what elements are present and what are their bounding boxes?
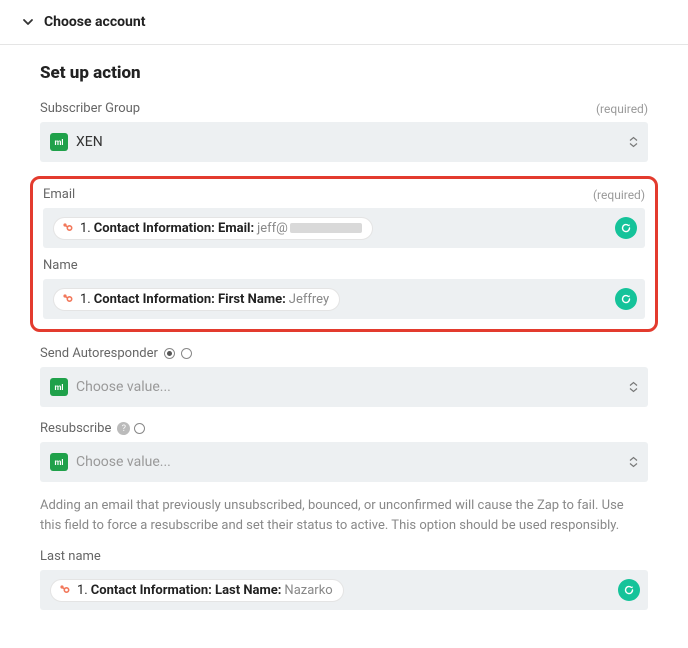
field-name: Name 1. Contact Information: First Name:… bbox=[43, 258, 645, 319]
mailerlite-icon: ml bbox=[50, 133, 68, 151]
field-lastname: Last name 1. Contact Information: Last N… bbox=[40, 549, 648, 610]
pill-path: Contact Information: Email: bbox=[94, 221, 254, 236]
label-autoresponder: Send Autoresponder bbox=[40, 346, 158, 361]
required-label: (required) bbox=[596, 102, 648, 116]
select-placeholder: Choose value... bbox=[76, 454, 171, 470]
select-caret-icon bbox=[629, 382, 638, 393]
select-caret-icon bbox=[629, 457, 638, 468]
refresh-button[interactable] bbox=[615, 217, 637, 239]
pill-value: Jeffrey bbox=[289, 292, 329, 307]
mailerlite-icon: ml bbox=[50, 378, 68, 396]
accordion-choose-account[interactable]: Choose account bbox=[0, 0, 688, 45]
pill-email[interactable]: 1. Contact Information: Email: jeff@ bbox=[53, 217, 373, 240]
mailerlite-icon: ml bbox=[50, 453, 68, 471]
pill-path: Contact Information: Last Name: bbox=[91, 583, 282, 598]
radio-group-resubscribe bbox=[134, 423, 145, 434]
field-subscriber-group: Subscriber Group (required) ml XEN bbox=[40, 101, 648, 162]
chevron-down-icon bbox=[22, 16, 34, 28]
hubspot-icon bbox=[57, 583, 71, 597]
radio-option[interactable] bbox=[134, 423, 145, 434]
select-autoresponder[interactable]: ml Choose value... bbox=[40, 367, 648, 407]
pill-name[interactable]: 1. Contact Information: First Name: Jeff… bbox=[53, 288, 340, 311]
hubspot-icon bbox=[60, 221, 74, 235]
label-email: Email bbox=[43, 187, 75, 202]
select-resubscribe[interactable]: ml Choose value... bbox=[40, 442, 648, 482]
pill-step: 1. bbox=[77, 583, 88, 598]
radio-option[interactable] bbox=[181, 348, 192, 359]
highlight-box: Email (required) 1. Contact Information:… bbox=[30, 176, 658, 332]
pill-lastname[interactable]: 1. Contact Information: Last Name: Nazar… bbox=[50, 579, 344, 602]
label-lastname: Last name bbox=[40, 549, 101, 564]
input-name[interactable]: 1. Contact Information: First Name: Jeff… bbox=[43, 279, 645, 319]
field-autoresponder: Send Autoresponder ml Choose value... bbox=[40, 346, 648, 407]
refresh-button[interactable] bbox=[615, 288, 637, 310]
accordion-title: Choose account bbox=[44, 14, 145, 30]
pill-value-prefix: jeff@ bbox=[257, 221, 288, 236]
resubscribe-help-text: Adding an email that previously unsubscr… bbox=[40, 496, 648, 535]
redacted-value bbox=[290, 223, 362, 233]
hubspot-icon bbox=[60, 292, 74, 306]
pill-value: Nazarko bbox=[284, 583, 332, 598]
label-resubscribe: Resubscribe bbox=[40, 421, 111, 436]
radio-option[interactable] bbox=[164, 348, 175, 359]
section-title: Set up action bbox=[40, 63, 648, 83]
input-email[interactable]: 1. Contact Information: Email: jeff@ bbox=[43, 208, 645, 248]
input-lastname[interactable]: 1. Contact Information: Last Name: Nazar… bbox=[40, 570, 648, 610]
select-placeholder: Choose value... bbox=[76, 379, 171, 395]
label-subscriber-group: Subscriber Group bbox=[40, 101, 140, 116]
field-resubscribe: Resubscribe ? ml Choose value... bbox=[40, 421, 648, 482]
radio-group-autoresponder bbox=[164, 348, 192, 359]
help-icon[interactable]: ? bbox=[117, 422, 130, 435]
select-caret-icon bbox=[629, 137, 638, 148]
pill-step: 1. bbox=[80, 292, 91, 307]
label-name: Name bbox=[43, 258, 78, 273]
field-email: Email (required) 1. Contact Information:… bbox=[43, 187, 645, 248]
pill-path: Contact Information: First Name: bbox=[94, 292, 286, 307]
subscriber-group-value: XEN bbox=[76, 134, 103, 150]
select-subscriber-group[interactable]: ml XEN bbox=[40, 122, 648, 162]
refresh-button[interactable] bbox=[618, 579, 640, 601]
pill-step: 1. bbox=[80, 221, 91, 236]
required-label: (required) bbox=[593, 188, 645, 202]
